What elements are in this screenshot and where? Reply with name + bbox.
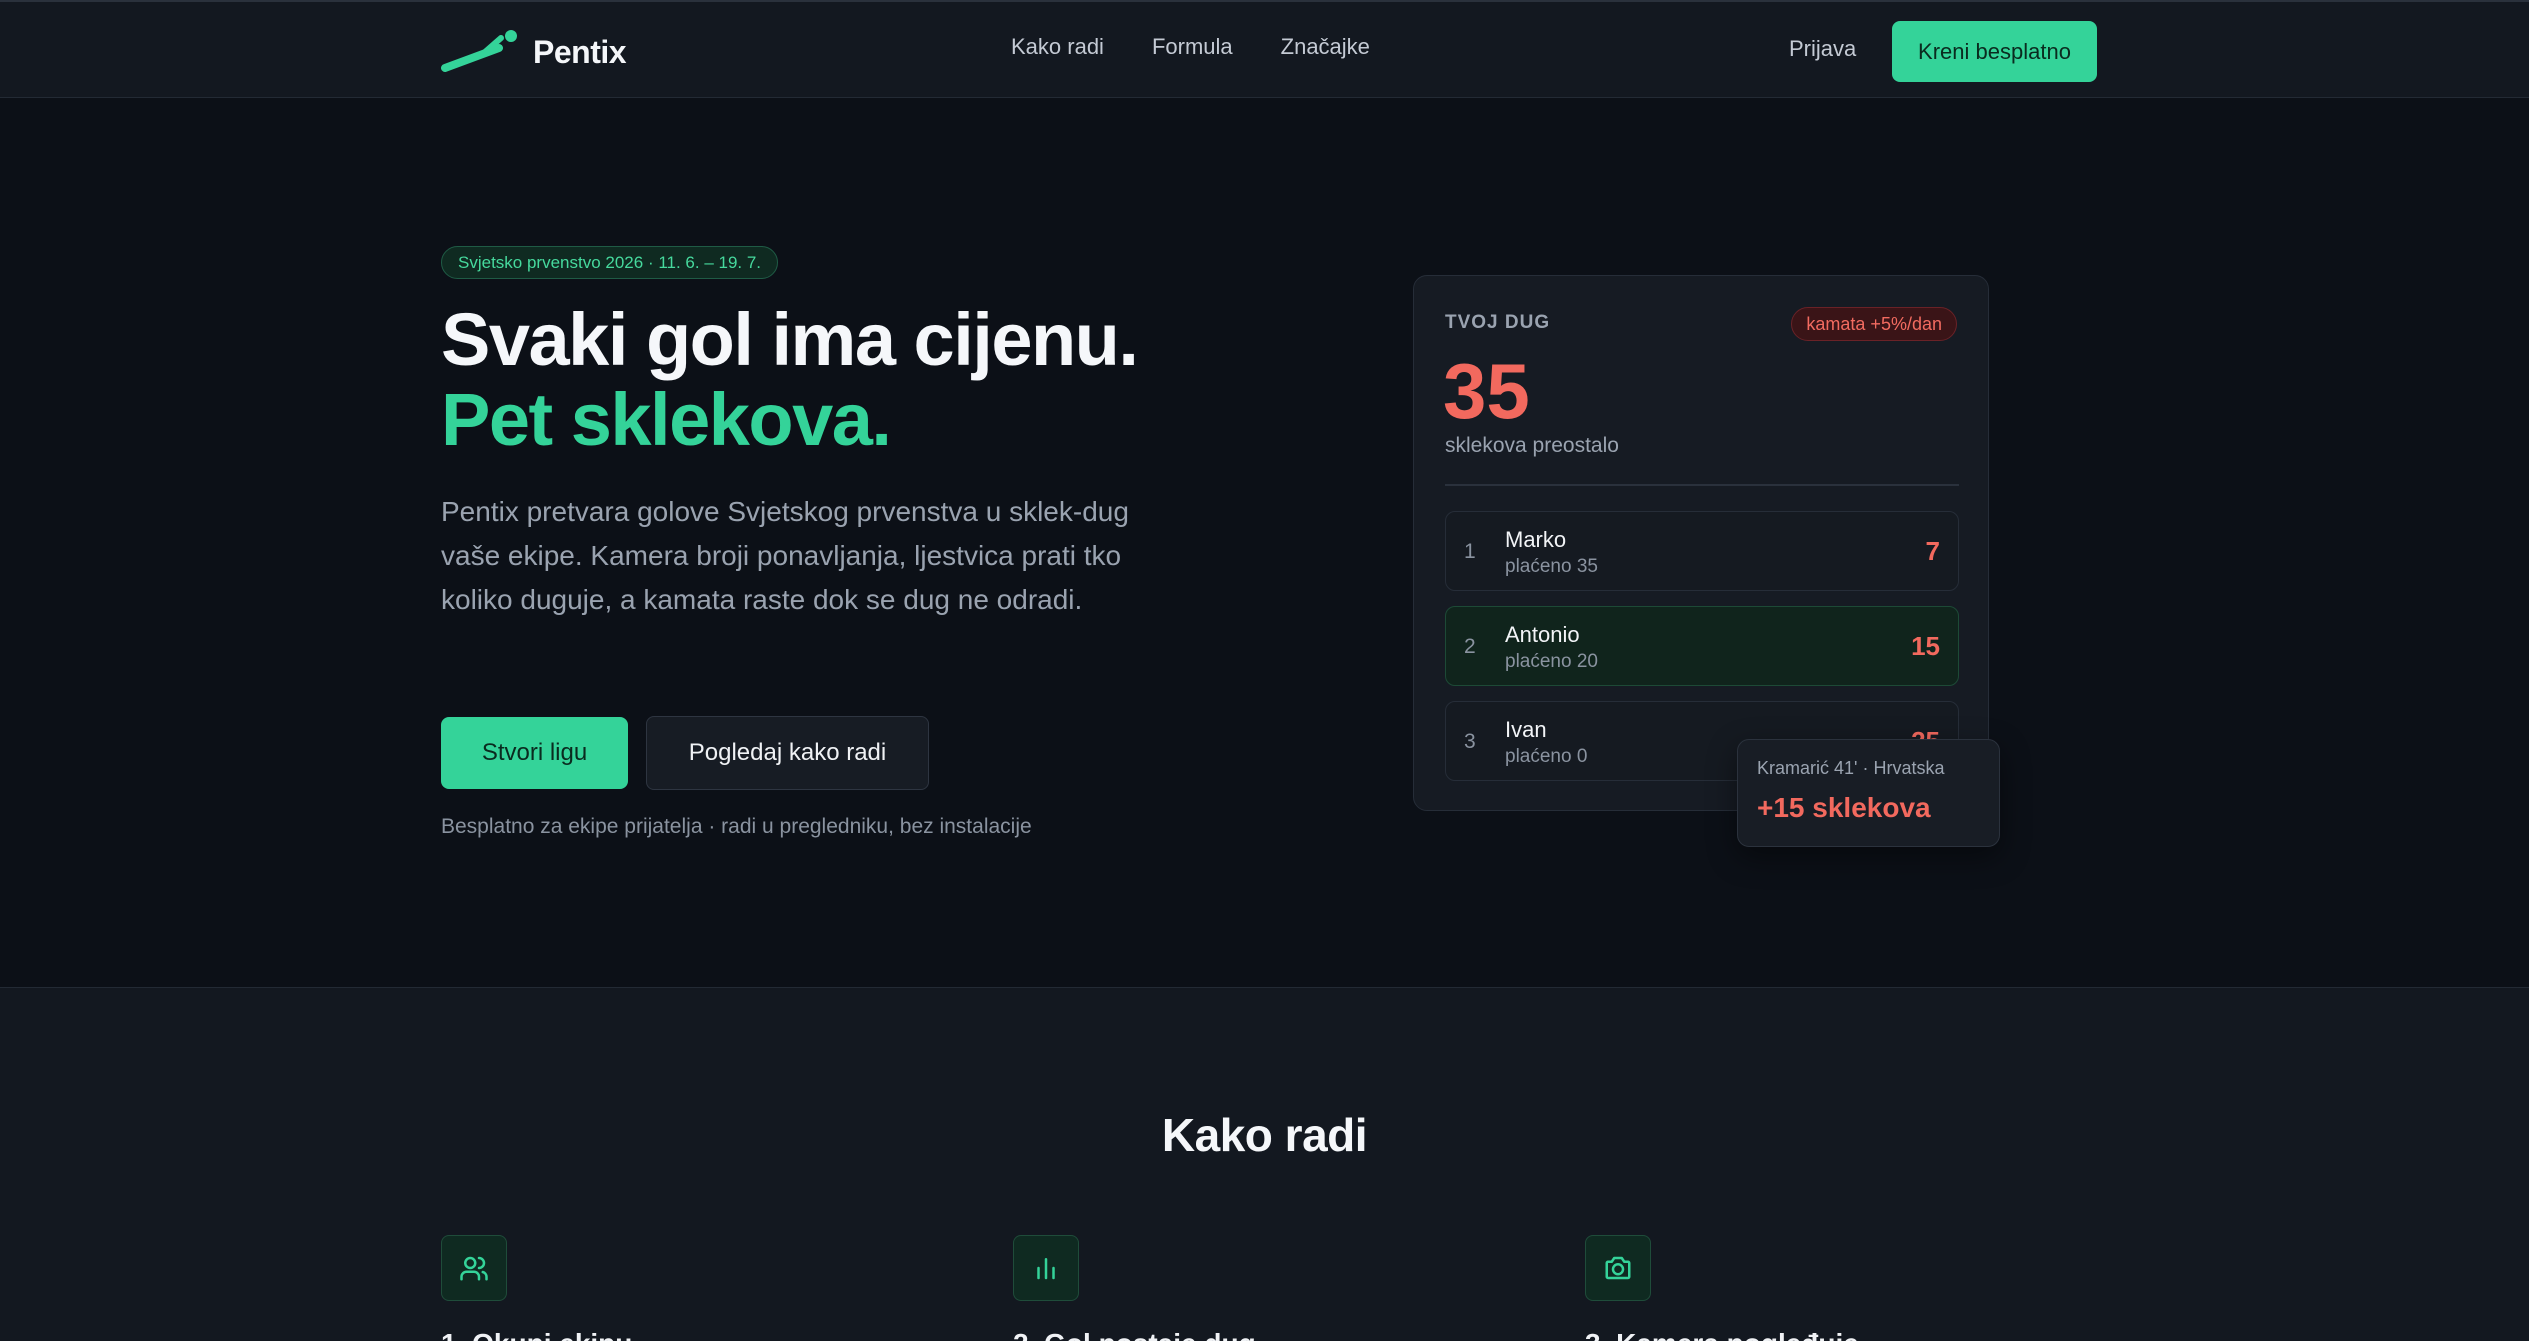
event-badge: Svjetsko prvenstvo 2026 · 11. 6. – 19. 7… bbox=[441, 246, 779, 279]
goal-notification-value: +15 sklekova bbox=[1757, 792, 1931, 823]
leaderboard-row[interactable]: 2 Antonio plaćeno 20 15 bbox=[1445, 606, 1959, 686]
login-link[interactable]: Prijava bbox=[1789, 36, 1856, 62]
feature-title: 3. Kamera pogleđuje bbox=[1585, 1328, 1859, 1341]
section-title: Kako radi bbox=[1161, 1109, 1368, 1161]
interest-badge: kamata +5%/dan bbox=[1791, 307, 1957, 341]
row-rank: 2 bbox=[1464, 635, 1476, 658]
brand-name: Pentix bbox=[533, 33, 627, 70]
row-paid: plaćeno 20 bbox=[1505, 651, 1598, 672]
debt-amount: 35 bbox=[1443, 347, 1530, 435]
row-name: Antonio bbox=[1505, 622, 1580, 647]
hero-note: Besplatno za ekipe prijatelja · radi u p… bbox=[441, 815, 1032, 838]
goal-notification: Kramarić 41' · Hrvatska +15 sklekova bbox=[1737, 739, 2000, 847]
hero-description: Pentix pretvara golove Svjetskog prvenst… bbox=[441, 496, 1129, 615]
debt-card: TVOJ DUG kamata +5%/dan 35 sklekova preo… bbox=[1413, 275, 1989, 811]
row-name: Marko bbox=[1505, 527, 1567, 552]
start-free-button[interactable]: Kreni besplatno bbox=[1892, 21, 2097, 82]
nav-link-kako-radi[interactable]: Kako radi bbox=[1011, 34, 1104, 60]
row-debt: 15 bbox=[1911, 631, 1940, 661]
goal-notification-meta: Kramarić 41' · Hrvatska bbox=[1757, 758, 1945, 778]
feature-title: 2. Gol postaje dug bbox=[1013, 1328, 1256, 1341]
row-rank: 1 bbox=[1464, 540, 1476, 563]
logo-mark-icon bbox=[441, 30, 517, 72]
debt-amount-caption: sklekova preostalo bbox=[1445, 434, 1619, 457]
see-how-it-works-button[interactable]: Pogledaj kako radi bbox=[646, 716, 929, 790]
nav-links: Kako radi Formula Značajke bbox=[1011, 34, 1370, 60]
feature-title: 1. Okupi ekipu bbox=[441, 1328, 632, 1341]
camera-icon bbox=[1585, 1235, 1651, 1301]
bar-chart-icon bbox=[1013, 1235, 1079, 1301]
how-it-works-section: Kako radi 1. Okupi ekipu 2. Gol postaje … bbox=[0, 987, 2529, 1341]
brand-logo[interactable]: Pentix bbox=[441, 30, 627, 74]
row-debt: 7 bbox=[1925, 536, 1940, 566]
row-rank: 3 bbox=[1464, 730, 1476, 753]
debt-label: TVOJ DUG bbox=[1445, 312, 1551, 333]
users-icon bbox=[441, 1235, 507, 1301]
hero-title-line1: Svaki gol ima cijenu. bbox=[441, 298, 1139, 381]
row-name: Ivan bbox=[1505, 717, 1547, 742]
hero-title: Svaki gol ima cijenu. Pet sklekova. bbox=[441, 300, 1201, 460]
hero-title-line2: Pet sklekova. bbox=[441, 378, 892, 461]
row-paid: plaćeno 35 bbox=[1505, 556, 1598, 577]
row-paid: plaćeno 0 bbox=[1505, 746, 1588, 767]
nav-link-znacajke[interactable]: Značajke bbox=[1281, 34, 1370, 60]
card-divider bbox=[1445, 484, 1959, 486]
top-navbar: Pentix Kako radi Formula Značajke Prijav… bbox=[0, 0, 2529, 98]
create-league-button[interactable]: Stvori ligu bbox=[441, 717, 628, 789]
nav-link-formula[interactable]: Formula bbox=[1152, 34, 1233, 60]
leaderboard-row[interactable]: 1 Marko plaćeno 35 7 bbox=[1445, 511, 1959, 591]
